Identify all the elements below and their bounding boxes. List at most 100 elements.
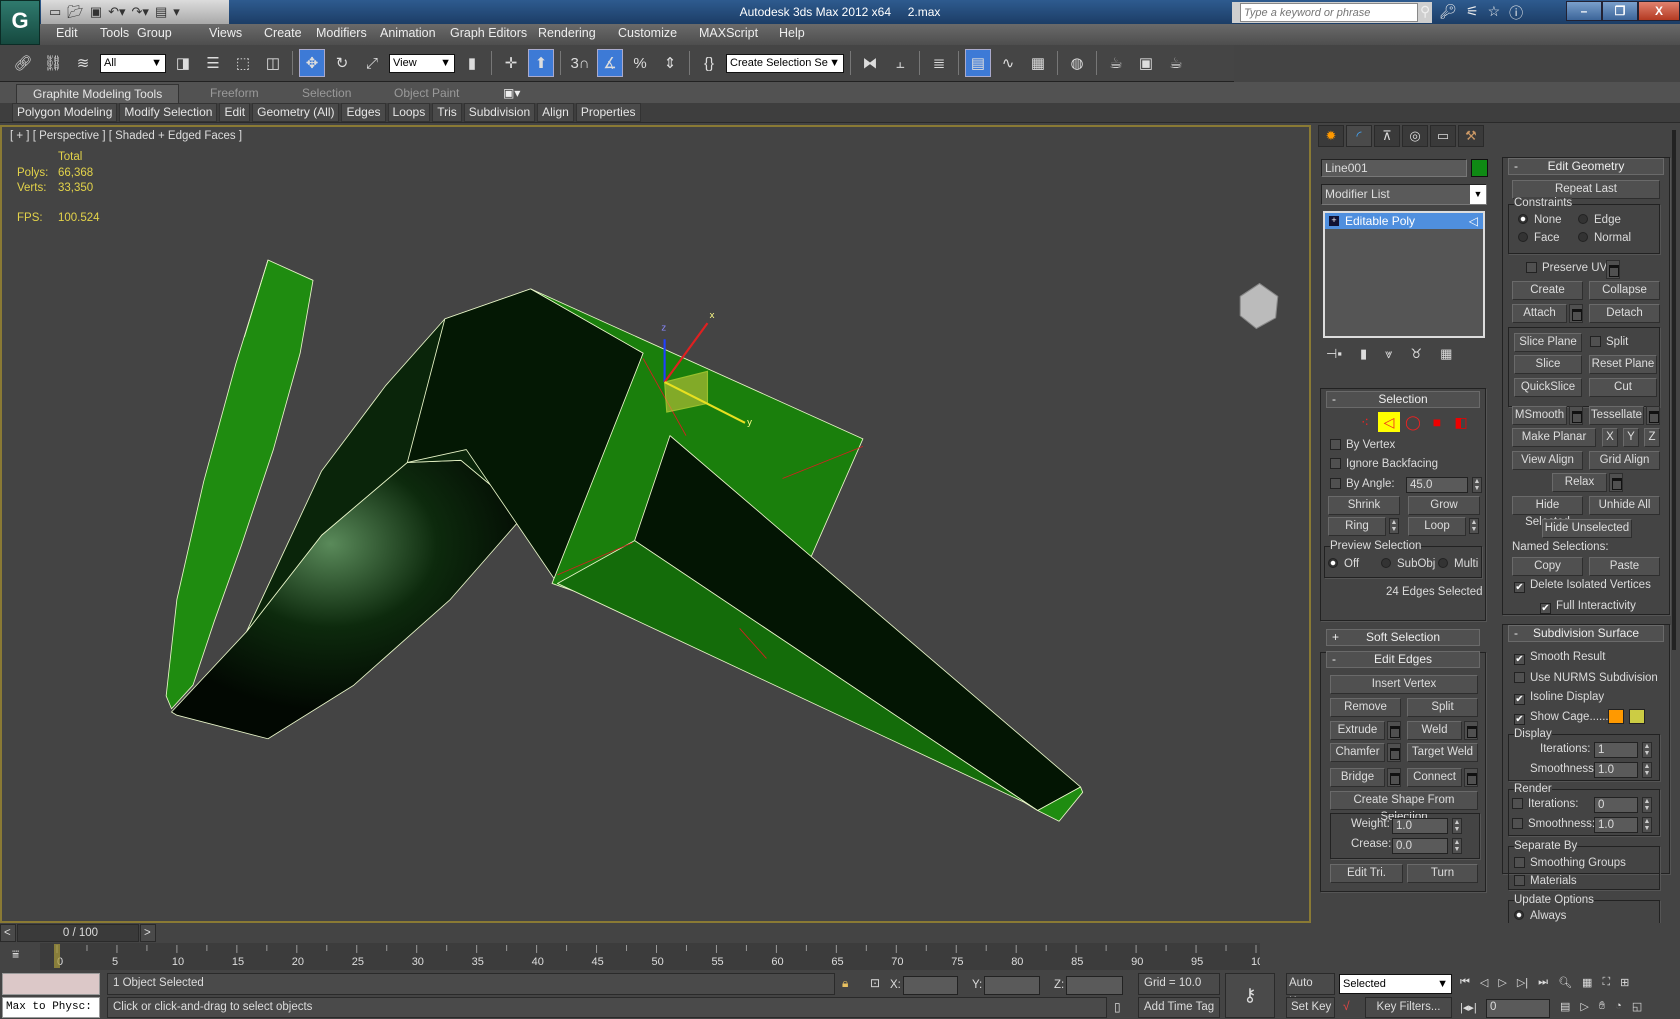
vertex-icon[interactable]: ⁖	[1354, 412, 1376, 432]
ignore-backfacing[interactable]: Ignore Backfacing	[1330, 458, 1438, 470]
menu-create[interactable]: Create	[264, 26, 302, 40]
ring-button[interactable]: Ring	[1328, 517, 1386, 536]
key-filters-button[interactable]: Key Filters...	[1365, 997, 1452, 1018]
preserve-uvs[interactable]: Preserve UVs	[1526, 262, 1613, 274]
absolute-mode-icon[interactable]: ⊡	[870, 976, 880, 990]
update-always[interactable]: Always	[1514, 910, 1566, 922]
object-color-swatch[interactable]	[1471, 159, 1488, 177]
polygon-icon[interactable]: ■	[1426, 412, 1448, 432]
quickslice-button[interactable]: QuickSlice	[1514, 378, 1582, 397]
extrude-settings-button[interactable]	[1387, 721, 1401, 740]
grid-align-button[interactable]: Grid Align	[1589, 451, 1660, 470]
track-bar-ticks[interactable]: 0510152025303540455055606570758085909510…	[40, 943, 1269, 970]
unlink-icon[interactable]: ⛓	[40, 49, 66, 77]
display-iterations-field-spinner[interactable]: ▲ ▼	[1642, 742, 1652, 758]
link-icon[interactable]: 🔗︎	[10, 49, 36, 77]
ribbon-edges[interactable]: Edges	[341, 103, 386, 122]
edit-tri-button[interactable]: Edit Tri.	[1330, 864, 1403, 883]
display-iterations-field[interactable]: 1	[1594, 742, 1638, 758]
ribbon-loops[interactable]: Loops	[387, 103, 431, 122]
edit-geometry-rollout-header[interactable]: - Edit Geometry	[1508, 158, 1664, 175]
angle-snap-icon[interactable]: ∡	[597, 49, 623, 77]
help-icon[interactable]: ⓘ	[1509, 3, 1523, 23]
weld-button[interactable]: Weld	[1407, 721, 1462, 740]
render-smoothness[interactable]: Smoothness:	[1512, 818, 1595, 830]
preview-off[interactable]: Off	[1328, 558, 1359, 570]
zoom-extents-icon[interactable]: ⛶	[1602, 976, 1610, 989]
show-end-result-icon[interactable]: ▮	[1360, 346, 1367, 362]
mirror-icon[interactable]: ⧓	[857, 49, 883, 77]
paste-button[interactable]: Paste	[1589, 557, 1660, 576]
insert-vertex-button[interactable]: Insert Vertex	[1330, 675, 1478, 694]
x-coordinate-field[interactable]	[903, 976, 958, 995]
subdivision-surface-rollout-header[interactable]: - Subdivision Surface	[1508, 625, 1664, 642]
named-selection-dropdown[interactable]: Create Selection Se ▼	[726, 53, 844, 73]
time-configuration-icon[interactable]: ▤	[1560, 1000, 1570, 1013]
menu-maxscript[interactable]: MAXScript	[699, 26, 758, 40]
menu-rendering[interactable]: Rendering	[538, 26, 596, 40]
tab-object-paint[interactable]: Object Paint	[394, 84, 459, 103]
motion-tab-icon[interactable]: ◎	[1402, 125, 1428, 147]
angle-field-spinner[interactable]: ▲ ▼	[1472, 477, 1482, 493]
planar-x-button[interactable]: X	[1602, 428, 1618, 447]
selection-rollout-header[interactable]: - Selection	[1326, 391, 1480, 408]
key-icon[interactable]: 🔑︎	[1439, 3, 1457, 23]
menu-tools[interactable]: Tools	[100, 26, 129, 40]
select-manipulate-icon[interactable]: ✛	[498, 49, 524, 77]
menu-views[interactable]: Views	[209, 26, 242, 40]
loop-button[interactable]: Loop	[1408, 517, 1466, 536]
delete-isolated-vertices[interactable]: ✔ Delete Isolated Vertices	[1514, 579, 1651, 593]
set-key-big-icon[interactable]: ⚷	[1225, 973, 1275, 1018]
constraint-edge-radio[interactable]	[1578, 214, 1588, 224]
menu-graph-editors[interactable]: Graph Editors	[450, 26, 527, 40]
rotate-icon[interactable]: ↻	[329, 49, 355, 77]
play-icon[interactable]: ▷	[1498, 976, 1506, 989]
window-crossing-icon[interactable]: ◫	[260, 49, 286, 77]
ribbon-tris[interactable]: Tris	[432, 103, 462, 122]
planar-y-button[interactable]: Y	[1623, 428, 1639, 447]
keyboard-shortcut-override-icon[interactable]: ⬆	[528, 49, 554, 77]
material-editor-icon[interactable]: ◍	[1064, 49, 1090, 77]
zoom-icon[interactable]: 🔍︎	[1558, 976, 1572, 989]
by-angle-checkbox[interactable]	[1330, 478, 1341, 489]
use-nurms-subdivision[interactable]: Use NURMS Subdivision	[1514, 672, 1658, 684]
weld-settings-button[interactable]	[1464, 721, 1478, 740]
tab-freeform[interactable]: Freeform	[210, 84, 259, 103]
tab-selection[interactable]: Selection	[302, 84, 351, 103]
spinner-snap-icon[interactable]: ⇕	[657, 49, 683, 77]
full-interactivity[interactable]: ✔ Full Interactivity	[1540, 600, 1636, 614]
rendered-frame-icon[interactable]: ▣	[1133, 49, 1159, 77]
field-of-view-icon[interactable]: ▷	[1580, 1000, 1588, 1013]
border-icon[interactable]: ◯	[1402, 412, 1424, 432]
msmooth-settings-button[interactable]	[1569, 406, 1583, 425]
auto-key-button[interactable]: Auto Key	[1286, 973, 1335, 1008]
isoline-display[interactable]: ✔ Isoline Display	[1514, 691, 1604, 705]
orbit-icon[interactable]: ◔	[1615, 1000, 1622, 1013]
crease-field[interactable]: 0.0	[1392, 838, 1448, 854]
separate-smoothing-groups[interactable]: Smoothing Groups	[1514, 857, 1626, 869]
redo-icon[interactable]: ↷▾	[132, 4, 149, 20]
satellite-icon[interactable]: ⚟	[1466, 3, 1479, 23]
reference-coordinate-dropdown[interactable]: View ▼	[389, 53, 455, 73]
render-production-icon[interactable]: ☕︎	[1163, 49, 1189, 77]
edit-named-selection-icon[interactable]: {}	[696, 49, 722, 77]
object-name-field[interactable]: Line001	[1321, 159, 1467, 177]
constraint-normal-radio[interactable]	[1578, 232, 1588, 242]
maximize-viewport-icon[interactable]: ◱	[1632, 1000, 1642, 1013]
selection-lock-icon[interactable]: 🔒︎	[842, 976, 848, 991]
by-vertex-checkbox[interactable]	[1330, 439, 1341, 450]
cage-color-2[interactable]	[1629, 709, 1645, 724]
chamfer-settings-button[interactable]	[1387, 743, 1401, 762]
utilities-tab-icon[interactable]: ⚒	[1458, 125, 1484, 147]
separate-materials-checkbox[interactable]	[1514, 875, 1525, 886]
split-checkbox-label-checkbox[interactable]	[1590, 336, 1601, 347]
stack-item-editable-poly[interactable]: + Editable Poly ◁	[1325, 213, 1483, 229]
modifier-list-dropdown[interactable]: Modifier List ▼	[1321, 184, 1487, 205]
set-key-button[interactable]: Set Key	[1286, 997, 1335, 1018]
connect-button[interactable]: Connect	[1407, 768, 1462, 787]
binoculars-icon[interactable]: ⚲	[1420, 3, 1430, 23]
angle-field[interactable]: 45.0	[1406, 477, 1468, 493]
preview-subobj-radio[interactable]	[1381, 558, 1391, 568]
constraint-face[interactable]: Face	[1518, 232, 1560, 244]
selection-filter-dropdown[interactable]: All ▼	[100, 53, 166, 73]
